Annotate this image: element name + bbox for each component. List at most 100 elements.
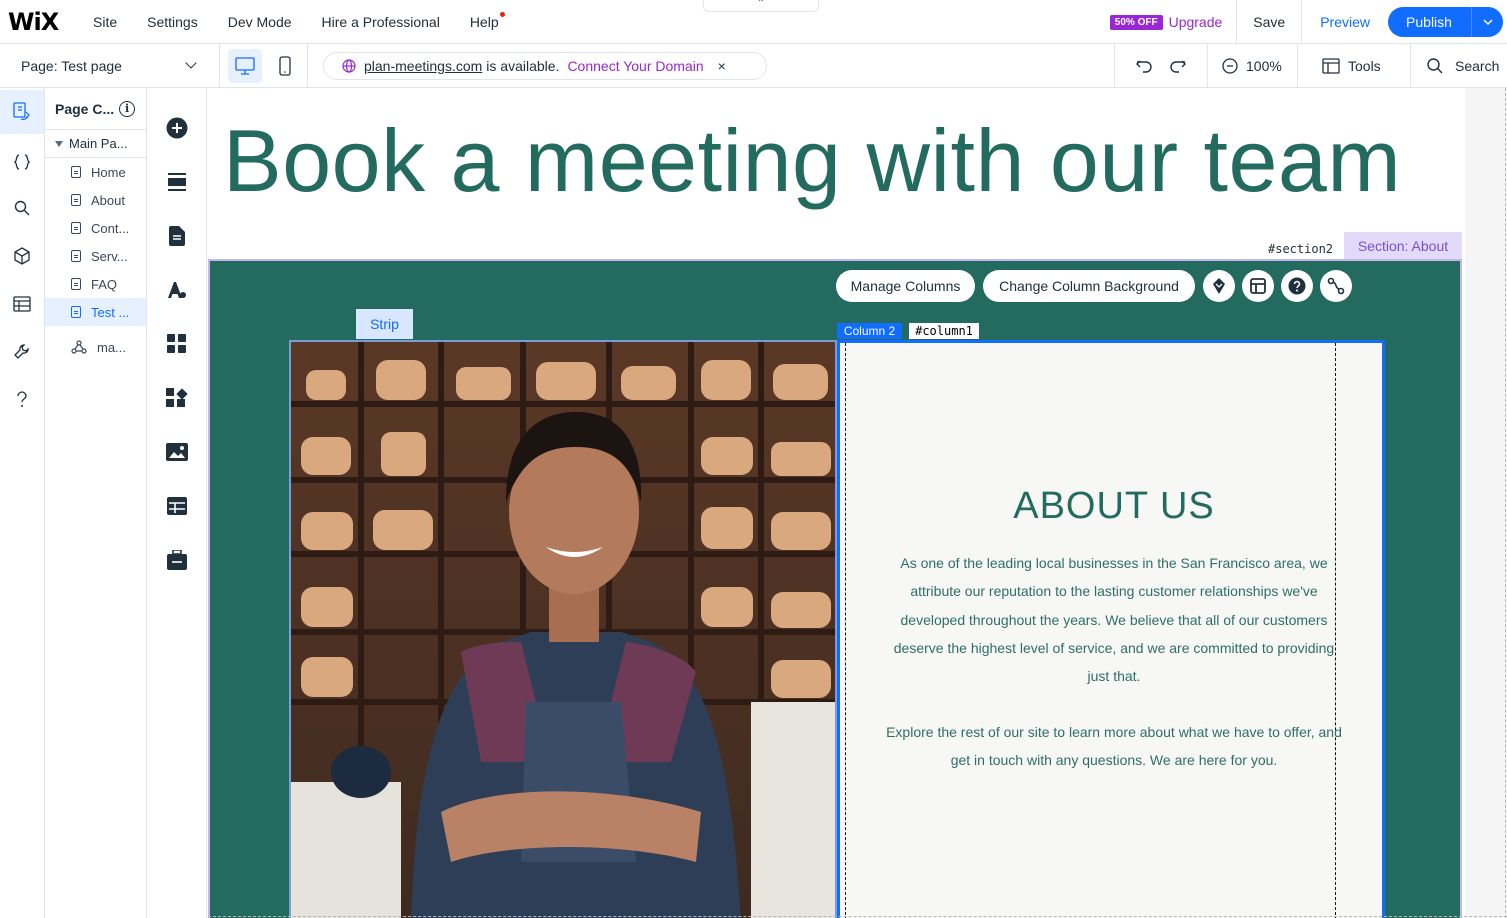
info-icon[interactable]: i (119, 100, 136, 117)
pages-panel-header: Page C... i (45, 88, 146, 130)
section-label-tag[interactable]: Section: About (1344, 232, 1462, 259)
page-icon (71, 166, 81, 178)
column-2-tag[interactable]: Column 2 (837, 323, 902, 339)
connect-button[interactable] (1320, 270, 1352, 302)
canvas-right-gutter (1465, 88, 1507, 918)
page-icon (71, 250, 81, 262)
page-item-label: Home (91, 164, 126, 180)
save-button[interactable]: Save (1237, 14, 1301, 30)
column-padding-guide-left (845, 343, 846, 918)
layout-button[interactable] (1242, 270, 1274, 302)
rail-cms-button[interactable] (0, 282, 44, 326)
connect-domain-link[interactable]: Connect Your Domain (567, 58, 703, 74)
help-button[interactable] (1281, 270, 1313, 302)
zoom-control[interactable]: 100% (1207, 44, 1297, 88)
add-tools-column (147, 88, 207, 918)
site-design-button[interactable] (165, 278, 189, 302)
add-elements-button[interactable] (165, 116, 189, 140)
page-item-contact[interactable]: Cont... (45, 214, 146, 242)
page-item-label: Cont... (91, 220, 130, 236)
tools-button[interactable]: Tools (1297, 44, 1410, 88)
connect-icon (1327, 277, 1345, 295)
help-icon (1288, 277, 1306, 295)
page-item-extra[interactable]: ma... (45, 333, 146, 361)
code-icon (13, 154, 31, 170)
main-menu: Site Settings Dev Mode Hire a Profession… (78, 0, 514, 44)
page-item-services[interactable]: Serv... (45, 242, 146, 270)
manage-columns-button[interactable]: Manage Columns (836, 270, 975, 302)
about-paragraph-2[interactable]: Explore the rest of our site to learn mo… (884, 718, 1344, 775)
change-column-background-button[interactable]: Change Column Background (983, 270, 1195, 302)
page-item-label: Serv... (91, 248, 128, 264)
menu-help[interactable]: Help (455, 11, 514, 30)
page-icon (71, 194, 81, 206)
editor-canvas: Book a meeting with our team #section2 S… (208, 88, 1507, 918)
business-solutions-button[interactable] (165, 386, 189, 410)
menu-dev-mode[interactable]: Dev Mode (213, 14, 307, 30)
publish-dropdown-icon[interactable] (1471, 7, 1503, 37)
add-icon (166, 117, 188, 139)
page-icon (71, 306, 81, 318)
domain-name-link[interactable]: plan-meetings.com (364, 58, 482, 74)
rail-search-button[interactable] (0, 186, 44, 230)
pages-group-main[interactable]: Main Pa... (45, 130, 146, 158)
mobile-icon (279, 55, 291, 76)
mobile-view-button[interactable] (268, 49, 302, 83)
redo-icon[interactable] (1169, 58, 1187, 74)
add-apps-button[interactable] (165, 332, 189, 356)
upgrade-link[interactable]: Upgrade (1169, 14, 1223, 30)
page-area: Book a meeting with our team #section2 S… (208, 88, 1465, 918)
canvas-edge-guide (1505, 88, 1506, 918)
domain-banner: plan-meetings.com is available. Connect … (323, 51, 767, 80)
about-title[interactable]: ABOUT US (840, 485, 1388, 528)
page-item-faq[interactable]: FAQ (45, 270, 146, 298)
wix-logo[interactable]: WiX (0, 8, 78, 36)
desktop-view-button[interactable] (228, 48, 262, 83)
publish-button[interactable]: Publish (1388, 7, 1503, 37)
page-item-test[interactable]: Test ... (45, 298, 146, 326)
my-business-button[interactable] (165, 548, 189, 572)
integrations-icon (166, 388, 188, 407)
undo-icon[interactable] (1135, 58, 1153, 74)
rail-help-button[interactable] (0, 378, 44, 422)
section-id-tag: #section2 (1266, 242, 1336, 256)
column-2[interactable]: ABOUT US As one of the leading local bus… (837, 340, 1385, 918)
page-heading[interactable]: Book a meeting with our team (223, 110, 1401, 212)
rail-code-button[interactable] (0, 140, 44, 184)
about-paragraph-1[interactable]: As one of the leading local businesses i… (884, 549, 1344, 690)
notification-dot (499, 11, 505, 17)
collapse-toolbar-handle[interactable]: ⌃ (703, 0, 819, 12)
preview-button[interactable]: Preview (1302, 14, 1388, 30)
strip-tag[interactable]: Strip (356, 309, 413, 339)
rail-pages-button[interactable] (0, 90, 44, 134)
menu-hire-professional[interactable]: Hire a Professional (307, 14, 455, 30)
media-manager-button[interactable] (165, 440, 189, 464)
page-item-label: Test ... (91, 304, 130, 320)
page-item-about[interactable]: About (45, 186, 146, 214)
page-icon (71, 222, 81, 234)
apps-icon (167, 334, 186, 353)
animation-icon (1213, 278, 1225, 294)
column-1-image[interactable] (289, 340, 837, 918)
close-icon[interactable]: × (718, 58, 726, 74)
search-label: Search (1455, 58, 1500, 74)
page-selector[interactable]: Page: Test page (0, 43, 220, 88)
about-section[interactable]: Manage Columns Change Column Background … (208, 259, 1462, 918)
search-button[interactable]: Search (1410, 44, 1507, 88)
menu-site[interactable]: Site (78, 14, 132, 30)
question-icon (17, 391, 27, 407)
page-item-home[interactable]: Home (45, 158, 146, 186)
chevron-down-icon (185, 56, 197, 69)
discount-badge[interactable]: 50% OFF (1109, 14, 1163, 30)
rail-dev-tools-button[interactable] (0, 330, 44, 374)
sections-icon (168, 173, 186, 191)
add-section-button[interactable] (165, 170, 189, 194)
cms-button[interactable] (165, 494, 189, 518)
collapse-triangle-icon (55, 140, 63, 147)
menu-settings[interactable]: Settings (132, 14, 213, 30)
pages-panel-title: Page C... (55, 100, 115, 117)
desktop-icon (235, 56, 255, 75)
pages-menu-button[interactable] (165, 224, 189, 248)
rail-packages-button[interactable] (0, 234, 44, 278)
animation-button[interactable] (1203, 270, 1235, 302)
